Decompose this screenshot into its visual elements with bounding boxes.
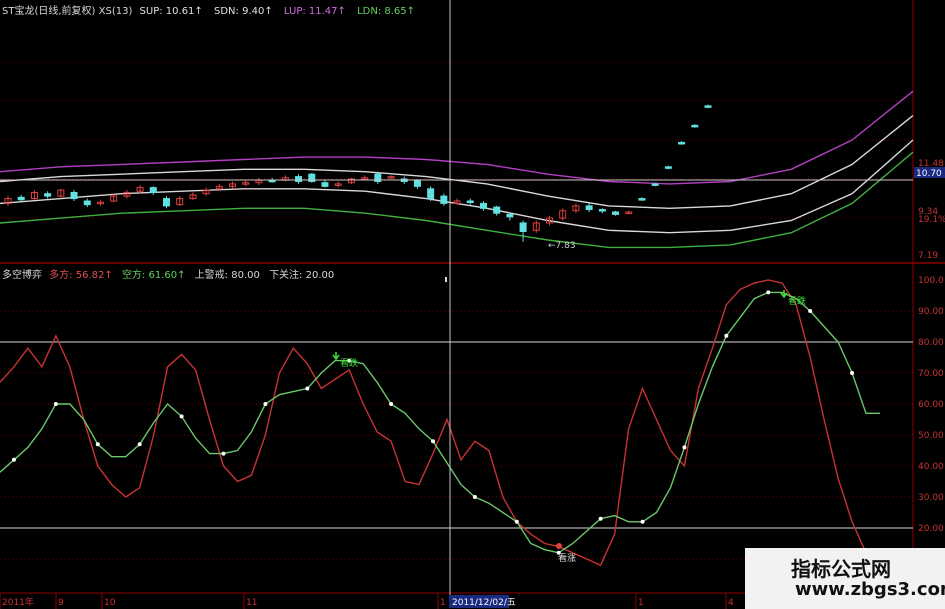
indicator-axis-label: 70.00 <box>918 369 944 379</box>
indicator-header: 多空博弈 多方: 56.82↑ 空方: 61.60↑ 上警戒: 80.00 下关… <box>2 266 334 281</box>
signal-bull-label: 看涨 <box>558 552 576 564</box>
candle-body <box>440 195 448 204</box>
band-ldn <box>0 151 914 249</box>
indicator-axis-label: 50.00 <box>918 431 944 441</box>
low-price-label: ←7.83 <box>548 241 576 251</box>
candle-body <box>519 222 527 233</box>
candle-body <box>17 196 25 201</box>
time-axis-label: 9 <box>58 598 64 608</box>
candle-body <box>493 206 501 214</box>
candle-body <box>321 182 329 187</box>
kong-point <box>472 495 477 499</box>
candle-body <box>295 176 303 182</box>
kong-point <box>11 457 16 462</box>
candle-body <box>70 191 78 200</box>
kong-point <box>682 445 687 450</box>
candle-body <box>506 213 514 218</box>
kong-point <box>221 451 226 456</box>
indicator-axis-label: 30.00 <box>918 493 944 503</box>
time-axis-label: 11 <box>246 598 257 608</box>
time-axis-label: 2011年 <box>2 596 34 608</box>
kong-point <box>850 371 855 375</box>
lup-value: LUP: 11.47↑ <box>283 6 346 17</box>
kong-point <box>389 402 394 406</box>
candle-body <box>466 200 474 203</box>
kong-point <box>431 439 436 444</box>
candle-body <box>704 105 712 108</box>
watermark-url: www.zbgs3.com <box>795 579 945 600</box>
kong-value: 空方: 61.60↑ <box>121 270 186 281</box>
kong-point <box>179 414 184 419</box>
kong-point <box>808 309 813 313</box>
signal-bear-2-label: 看跌 <box>788 295 806 307</box>
sup-value: SUP: 10.61↑ <box>139 6 203 17</box>
indicator-axis-label: 90.00 <box>918 307 944 317</box>
candle-body <box>413 179 421 187</box>
time-axis-label: 4 <box>728 598 734 608</box>
band-sdn <box>0 139 914 234</box>
candle-body <box>44 193 52 197</box>
lower-focus-value: 下关注: 20.00 <box>269 270 335 281</box>
ldn-value: LDN: 8.65↑ <box>357 6 416 17</box>
candle-body <box>162 198 170 207</box>
candle-body <box>691 124 699 128</box>
watermark: 指标公式网 www.zbgs3.com <box>745 548 945 609</box>
candle-body <box>678 141 686 145</box>
signal-bear-2-arrow <box>780 290 788 299</box>
time-axis-label: 1 <box>638 598 644 608</box>
indicator-axis-label: 20.00 <box>918 524 944 534</box>
candle-body <box>149 187 157 193</box>
stock-title: ST宝龙(日线,前复权) <box>2 6 96 17</box>
chart-canvas[interactable]: 11.4810.709.3419.1%7.19←7.83100.090.0080… <box>0 0 945 609</box>
candle-body <box>479 202 487 209</box>
time-axis-label: 1 <box>440 598 446 608</box>
candle-body <box>585 205 593 211</box>
candle-body <box>83 200 91 206</box>
kong-point <box>305 386 310 391</box>
candle-body <box>598 209 606 212</box>
kong-point <box>53 402 58 406</box>
candle-body <box>651 183 659 186</box>
duo-value: 多方: 56.82↑ <box>49 270 113 281</box>
indicator-axis-label: 60.00 <box>918 400 944 410</box>
kong-line <box>0 291 880 554</box>
price-header: ST宝龙(日线,前复权) XS(13) SUP: 10.61↑ SDN: 9.4… <box>2 2 415 17</box>
signal-bear-1-label: 看跌 <box>340 357 358 369</box>
time-axis-label: 10 <box>104 598 116 608</box>
kong-point <box>598 516 603 521</box>
duo-line <box>0 279 881 578</box>
price-axis-label: 7.19 <box>918 251 938 261</box>
crosshair-tick <box>445 277 447 282</box>
candle-body <box>427 188 435 200</box>
kong-point <box>263 402 268 406</box>
price-axis-label: 19.1% <box>918 215 945 225</box>
kong-point <box>724 333 729 338</box>
signal-bear-1-arrow <box>332 352 340 361</box>
indicator-axis-label: 100.0 <box>918 276 944 286</box>
kong-point <box>640 519 645 524</box>
band-lup <box>0 90 914 185</box>
sdn-value: SDN: 9.40↑ <box>214 6 273 17</box>
kong-point <box>137 442 142 447</box>
kong-point <box>95 442 100 447</box>
indicator-name: 多空博弈 <box>2 270 42 281</box>
upper-alert-value: 上警戒: 80.00 <box>194 270 260 281</box>
kong-point <box>766 290 771 295</box>
signal-bull-marker <box>556 543 562 549</box>
current-price-label: 10.70 <box>916 169 942 179</box>
candle-body <box>612 211 620 215</box>
candle-body <box>638 198 646 201</box>
candle-body <box>664 166 672 169</box>
watermark-text: 指标公式网 <box>791 557 891 581</box>
kong-point <box>514 519 519 524</box>
xs-value: XS(13) <box>98 6 133 17</box>
cursor-date-label: 2011/12/02/五 <box>452 598 516 608</box>
indicator-axis-label: 40.00 <box>918 462 944 472</box>
indicator-axis-label: 80.00 <box>918 338 944 348</box>
